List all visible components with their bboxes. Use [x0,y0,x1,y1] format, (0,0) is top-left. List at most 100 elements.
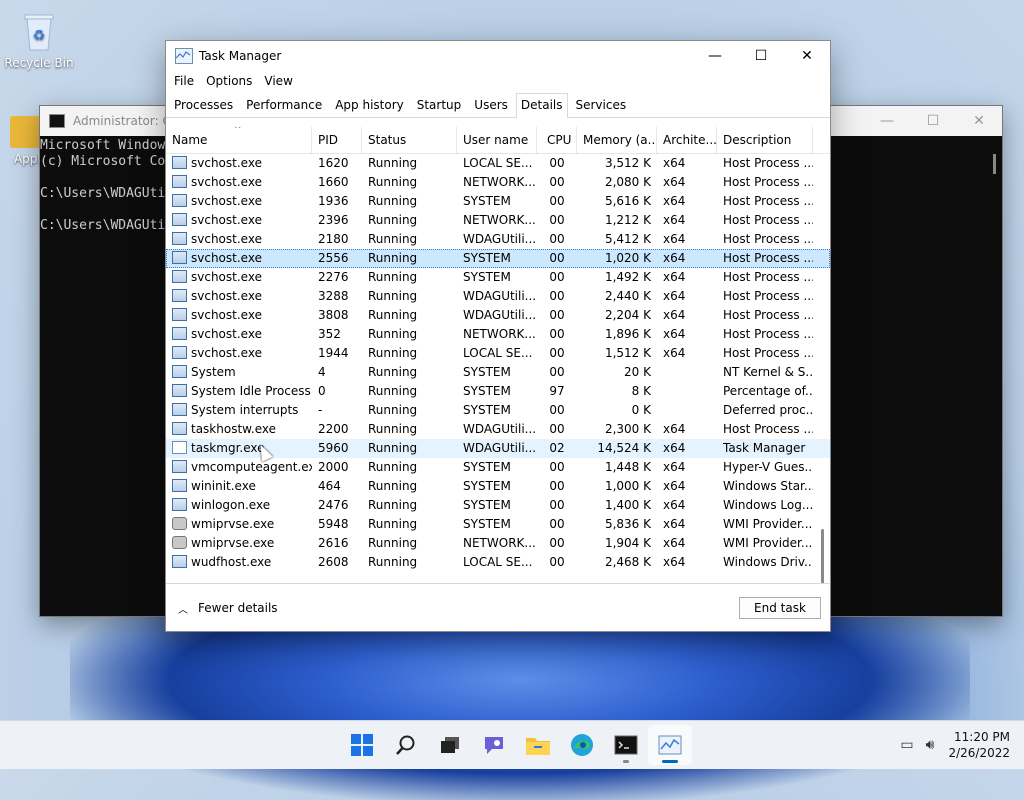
menu-file[interactable]: File [168,74,200,88]
table-row[interactable]: System interrupts - Running SYSTEM 00 0 K Defe… [166,401,830,420]
volume-icon[interactable]: 🔊︎ [926,737,935,753]
process-name: svchost.exe [191,289,262,303]
cell-description: Host Process ... [723,232,813,246]
start-button[interactable] [340,725,384,765]
menu-options[interactable]: Options [200,74,258,88]
desktop-icon-recycle-bin[interactable]: ♻ Recycle Bin [4,10,74,70]
tab-details[interactable]: Details [515,93,568,118]
cell-architecture: x64 [663,536,686,550]
cell-pid: 352 [318,327,341,341]
task-manager-titlebar[interactable]: Task Manager — ☐ ✕ [166,41,830,71]
tab-startup[interactable]: Startup [412,93,467,117]
close-button[interactable]: ✕ [784,41,830,71]
console-minimize-button[interactable]: — [864,106,910,136]
table-row[interactable]: winlogon.exe 2476 Running SYSTEM 00 1,400 K x6… [166,496,830,515]
cell-memory: 1,020 K [604,251,651,265]
column-header-memory[interactable]: Memory (a... [577,127,657,153]
search-icon [396,735,415,755]
tab-app-history[interactable]: App history [330,93,409,117]
details-grid[interactable]: ^ Name PID Status User name CPU Memory (… [166,127,830,583]
cell-status: Running [368,460,418,474]
column-header-status[interactable]: Status [362,127,457,153]
cell-memory: 2,300 K [604,422,651,436]
clock[interactable]: 11:20 PM 2/26/2022 [948,729,1010,761]
cell-name: taskhostw.exe [166,420,312,439]
fewer-details-link[interactable]: ︿ Fewer details [178,601,278,616]
table-row[interactable]: svchost.exe 2396 Running NETWORK... 00 1,212 … [166,211,830,230]
clock-time: 11:20 PM [954,730,1010,744]
column-header-cpu[interactable]: CPU [537,127,577,153]
column-header-user-name[interactable]: User name [457,127,537,153]
cell-cpu: 00 [549,251,565,265]
console-close-button[interactable]: ✕ [956,106,1002,136]
service-process-icon [172,384,187,397]
cell-cpu: 00 [549,194,565,208]
cell-description: Deferred proc... [723,403,813,417]
tab-users[interactable]: Users [469,93,513,117]
table-row[interactable]: svchost.exe 2276 Running SYSTEM 00 1,492 K x64… [166,268,830,287]
cell-user-name: NETWORK... [463,536,536,550]
cell-architecture: x64 [663,346,686,360]
table-row[interactable]: svchost.exe 352 Running NETWORK... 00 1,896 K… [166,325,830,344]
table-row[interactable]: svchost.exe 1936 Running SYSTEM 00 5,616 K x64… [166,192,830,211]
table-row[interactable]: taskhostw.exe 2200 Running WDAGUtili... 00 2,… [166,420,830,439]
process-name: svchost.exe [191,251,262,265]
column-header-architecture[interactable]: Archite... [657,127,717,153]
table-row[interactable]: System 4 Running SYSTEM 00 20 K NT Kernel & S.… [166,363,830,382]
table-row[interactable]: svchost.exe 1620 Running LOCAL SE... 00 3,512… [166,154,830,173]
cell-description: Host Process ... [723,175,813,189]
table-row[interactable]: wmiprvse.exe 2616 Running NETWORK... 00 1,904… [166,534,830,553]
table-row[interactable]: svchost.exe 1944 Running LOCAL SE... 00 1,512… [166,344,830,363]
tab-performance[interactable]: Performance [241,93,327,117]
cell-status: Running [368,289,418,303]
minimize-button[interactable]: — [692,41,738,71]
edge-icon [571,734,593,756]
cell-cpu: 00 [549,460,565,474]
column-header-pid[interactable]: PID [312,127,362,153]
table-row[interactable]: vmcomputeagent.exe 2000 Running SYSTEM 00 1,4… [166,458,830,477]
grid-scrollbar-thumb[interactable] [821,529,824,583]
service-process-icon [172,346,187,359]
cell-description: Host Process ... [723,213,813,227]
console-maximize-button[interactable]: ☐ [910,106,956,136]
tab-processes[interactable]: Processes [169,93,238,117]
process-name: svchost.exe [191,213,262,227]
taskbar-search-button[interactable] [384,725,428,765]
menu-view[interactable]: View [258,74,298,88]
chat-button[interactable] [472,725,516,765]
process-name: wmiprvse.exe [191,517,275,531]
task-manager-window[interactable]: Task Manager — ☐ ✕ File Options View Pro… [165,40,831,632]
table-row[interactable]: svchost.exe 3288 Running WDAGUtili... 00 2,44… [166,287,830,306]
table-row[interactable]: wininit.exe 464 Running SYSTEM 00 1,000 K x64 W… [166,477,830,496]
maximize-button[interactable]: ☐ [738,41,784,71]
cell-description: Host Process ... [723,308,813,322]
cell-status: Running [368,555,418,569]
tab-services[interactable]: Services [571,93,632,117]
console-scrollbar[interactable] [993,154,996,174]
table-row[interactable]: wmiprvse.exe 5948 Running SYSTEM 00 5,836 K x6… [166,515,830,534]
table-row[interactable]: wudfhost.exe 2608 Running LOCAL SE... 00 2,46… [166,553,830,572]
cell-user-name: SYSTEM [463,365,511,379]
table-row[interactable]: svchost.exe 2556 Running SYSTEM 00 1,020 K x64… [166,249,830,268]
table-row[interactable]: svchost.exe 3808 Running WDAGUtili... 00 2,20… [166,306,830,325]
cell-status: Running [368,479,418,493]
edge-button[interactable] [560,725,604,765]
task-view-button[interactable] [428,725,472,765]
network-icon[interactable]: ▭ [900,737,913,753]
end-task-button[interactable]: End task [739,597,821,619]
terminal-button[interactable] [604,725,648,765]
cell-memory: 1,212 K [604,213,651,227]
file-explorer-button[interactable] [516,725,560,765]
cell-status: Running [368,327,418,341]
cell-pid: 1620 [318,156,349,170]
column-header-description[interactable]: Description [717,127,813,153]
service-process-icon [172,498,187,511]
cell-pid: 2608 [318,555,349,569]
task-manager-taskbar-button[interactable] [648,725,692,765]
table-row[interactable]: System Idle Process 0 Running SYSTEM 97 8 K Pe… [166,382,830,401]
cell-pid: 2276 [318,270,349,284]
table-row[interactable]: svchost.exe 1660 Running NETWORK... 00 2,080 … [166,173,830,192]
cell-pid: 5948 [318,517,349,531]
process-name: svchost.exe [191,175,262,189]
table-row[interactable]: svchost.exe 2180 Running WDAGUtili... 00 5,41… [166,230,830,249]
